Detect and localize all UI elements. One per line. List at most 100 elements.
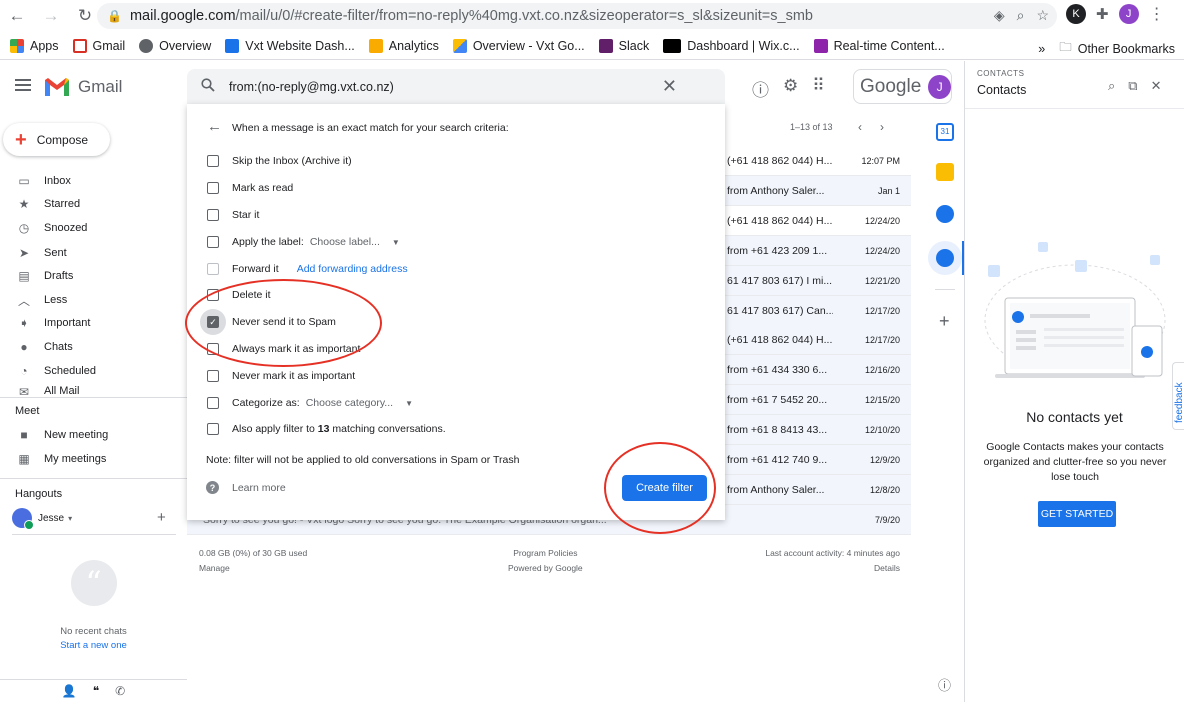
newer-chevron-icon[interactable]: ‹	[858, 120, 862, 134]
bookmark-wix[interactable]: Dashboard | Wix.c...	[663, 38, 800, 53]
account-avatar[interactable]: J	[928, 74, 951, 99]
nav-less[interactable]: ︿ Less	[0, 289, 187, 311]
bookmark-gmail[interactable]: Gmail	[72, 38, 125, 53]
compose-button[interactable]: + Compose	[3, 123, 110, 156]
search-icon[interactable]: ⌕	[1108, 78, 1115, 94]
search-icon[interactable]	[201, 78, 215, 92]
checkbox[interactable]	[207, 209, 219, 221]
phone-icon[interactable]: ✆	[115, 684, 125, 698]
nav-sent[interactable]: ➤ Sent	[0, 242, 187, 264]
gmail-logo[interactable]: Gmail	[44, 77, 122, 97]
filter-option-categorize[interactable]: Categorize as: Choose category... ▼	[187, 393, 717, 413]
panel-divider	[964, 61, 965, 702]
hangouts-user[interactable]: Jesse ▾	[12, 508, 72, 530]
google-ads-favicon-icon	[452, 38, 467, 53]
back-arrow-icon[interactable]: ←	[4, 3, 30, 29]
nav-scheduled[interactable]: ◔ Scheduled	[0, 360, 187, 382]
hangouts-icon[interactable]: ❝	[93, 684, 99, 698]
filter-option-delete[interactable]: Delete it	[187, 285, 717, 305]
checkbox[interactable]	[207, 289, 219, 301]
extension-k-icon[interactable]: K	[1066, 4, 1086, 24]
open-in-new-icon[interactable]: ⧉	[1128, 78, 1137, 94]
category-dropdown[interactable]: Choose category... ▼	[306, 397, 413, 409]
bookmark-google-ads[interactable]: Overview - Vxt Go...	[452, 38, 585, 53]
close-icon[interactable]: ✕	[1151, 78, 1162, 94]
back-arrow-icon[interactable]: ←	[207, 118, 222, 135]
bookmark-slack[interactable]: Slack	[598, 38, 649, 53]
create-filter-button[interactable]: Create filter	[622, 475, 707, 501]
checkbox[interactable]	[207, 182, 219, 194]
keep-icon[interactable]	[936, 163, 954, 181]
bookmark-star-icon[interactable]: ☆	[1036, 7, 1049, 24]
nav-snoozed[interactable]: ◷ Snoozed	[0, 217, 187, 239]
filter-option-star[interactable]: Star it	[187, 205, 717, 225]
clear-search-icon[interactable]: ✕	[662, 76, 677, 97]
add-chat-icon[interactable]: +	[157, 509, 166, 526]
plus-icon: +	[15, 128, 27, 151]
nav-important[interactable]: ➧ Important	[0, 312, 187, 334]
bookmark-overview[interactable]: Overview	[139, 38, 211, 53]
bookmark-apps[interactable]: Apps	[10, 38, 59, 53]
checkbox[interactable]	[207, 155, 219, 167]
checkbox[interactable]	[207, 236, 219, 248]
puzzle-extensions-icon[interactable]: ✚	[1096, 5, 1109, 23]
nav-all-mail[interactable]: ✉ All Mail	[0, 385, 187, 397]
help-icon[interactable]: ⓘ	[752, 76, 769, 101]
filter-option-apply-label[interactable]: Apply the label: Choose label... ▼	[187, 232, 717, 252]
address-bar[interactable]: 🔒 mail.google.com/mail/u/0/#create-filte…	[97, 3, 1057, 29]
filter-option-also-apply[interactable]: Also apply filter to 13 matching convers…	[187, 419, 717, 439]
bookmarks-overflow[interactable]: »	[1038, 42, 1045, 56]
checkbox-checked[interactable]: ✓	[207, 316, 219, 328]
meet-my-meetings[interactable]: ▦ My meetings	[0, 448, 187, 470]
meet-new-meeting[interactable]: ■ New meeting	[0, 424, 187, 446]
apps-grid-icon[interactable]: ⠿	[812, 76, 824, 101]
person-icon[interactable]: 👤	[62, 684, 77, 698]
activity-details-link[interactable]: Details	[748, 561, 900, 576]
nav-starred[interactable]: ★ Starred	[0, 193, 187, 215]
checkbox[interactable]	[207, 397, 219, 409]
contacts-icon[interactable]	[936, 249, 954, 267]
program-policies-link[interactable]: Program Policies	[508, 546, 583, 561]
nav-chats[interactable]: ● Chats	[0, 336, 187, 358]
add-addon-icon[interactable]: +	[939, 311, 950, 332]
kebab-menu-icon[interactable]: ⋮	[1149, 4, 1165, 24]
checkbox[interactable]	[207, 370, 219, 382]
filter-option-forward[interactable]: Forward it Add forwarding address	[187, 259, 717, 279]
filter-option-never-important[interactable]: Never mark it as important	[187, 366, 717, 386]
filter-option-never-spam[interactable]: ✓ Never send it to Spam	[187, 309, 717, 335]
forward-arrow-icon[interactable]: →	[38, 3, 64, 29]
checkbox[interactable]	[207, 423, 219, 435]
settings-gear-icon[interactable]: ⚙	[783, 76, 798, 101]
feedback-tab[interactable]: feedback	[1172, 362, 1184, 430]
filter-option-always-important[interactable]: Always mark it as important	[187, 339, 717, 359]
add-forwarding-address-link[interactable]: Add forwarding address	[297, 263, 408, 275]
learn-more-link[interactable]: ? Learn more	[206, 481, 286, 494]
get-started-button[interactable]: GET STARTED	[1038, 501, 1116, 527]
checkbox[interactable]	[207, 343, 219, 355]
bookmark-realtime[interactable]: Real-time Content...	[813, 38, 945, 53]
main-menu-icon[interactable]	[15, 79, 31, 91]
search-query[interactable]: from:(no-reply@mg.vxt.co.nz)	[229, 80, 394, 94]
profile-avatar[interactable]: J	[1118, 4, 1139, 24]
older-chevron-icon[interactable]: ›	[880, 120, 884, 134]
google-account-box[interactable]: Google J	[853, 69, 952, 104]
other-bookmarks[interactable]: Other Bookmarks	[1078, 42, 1175, 56]
extension-diamond-icon[interactable]: ◈	[994, 7, 1005, 24]
search-bar[interactable]: from:(no-reply@mg.vxt.co.nz) ✕	[187, 69, 725, 104]
tasks-icon[interactable]	[936, 205, 954, 223]
checkbox[interactable]	[207, 263, 219, 275]
filter-option-skip-inbox[interactable]: Skip the Inbox (Archive it)	[187, 151, 717, 171]
nav-inbox[interactable]: ▭ Inbox	[0, 170, 187, 192]
label-dropdown[interactable]: Choose label... ▼	[310, 236, 400, 248]
bookmark-analytics[interactable]: Analytics	[368, 38, 439, 53]
start-new-chat-link[interactable]: Start a new one	[0, 640, 187, 651]
info-icon[interactable]: ⓘ	[938, 675, 951, 694]
zoom-icon[interactable]: ⌕	[1017, 7, 1025, 24]
manage-storage-link[interactable]: Manage	[199, 561, 307, 576]
nav-drafts[interactable]: ▤ Drafts	[0, 265, 187, 287]
filter-option-mark-read[interactable]: Mark as read	[187, 178, 717, 198]
calendar-icon[interactable]: 31	[936, 123, 954, 141]
reload-icon[interactable]: ↻	[72, 3, 98, 29]
bookmark-vxt-dashboard[interactable]: Vxt Website Dash...	[225, 38, 355, 53]
slack-favicon-icon	[598, 38, 613, 53]
